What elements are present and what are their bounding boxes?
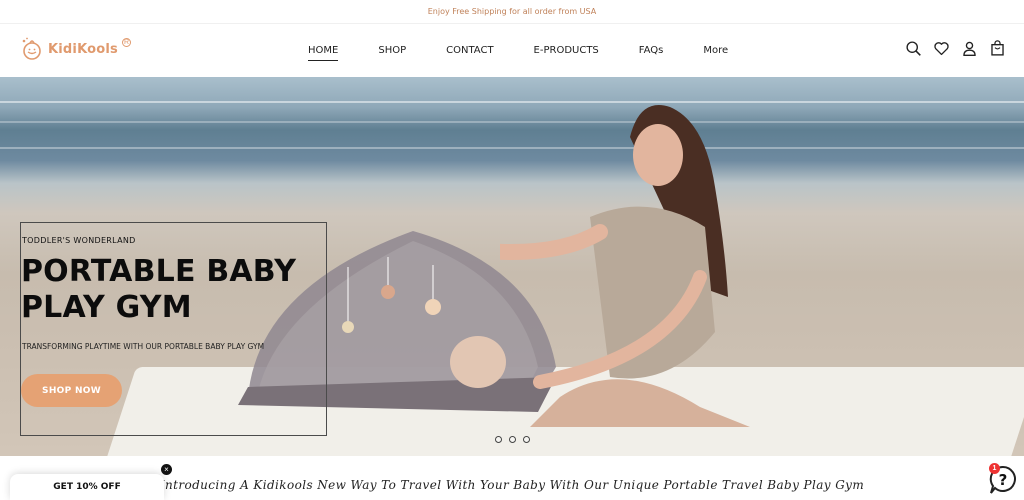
nav-contact[interactable]: CONTACT <box>446 45 493 56</box>
baby-logo-icon <box>22 37 41 60</box>
announcement-text: Enjoy Free Shipping for all order from U… <box>427 7 597 16</box>
slide-dot-1[interactable] <box>495 436 502 443</box>
heart-icon[interactable] <box>933 40 950 57</box>
slide-dot-3[interactable] <box>523 436 530 443</box>
discount-tab[interactable]: GET 10% OFF <box>10 474 164 500</box>
hero-banner: TODDLER'S WONDERLAND PORTABLE BABY PLAY … <box>0 77 1024 456</box>
search-icon[interactable] <box>905 40 922 57</box>
nav-home[interactable]: HOME <box>308 45 339 61</box>
nav-more[interactable]: More <box>703 45 728 56</box>
main-nav: HOME SHOP CONTACT E-PRODUCTS FAQs More <box>308 24 728 77</box>
hero-title: PORTABLE BABY PLAY GYM <box>21 254 297 325</box>
hero-subtitle: TRANSFORMING PLAYTIME WITH OUR PORTABLE … <box>22 342 265 351</box>
announcement-bar: Enjoy Free Shipping for all order from U… <box>0 0 1024 24</box>
close-icon[interactable]: × <box>161 464 172 475</box>
help-question-mark: ? <box>999 471 1008 489</box>
mother-image <box>500 105 750 427</box>
logo[interactable]: KidiKools R <box>20 36 131 62</box>
cart-icon[interactable] <box>989 40 1006 57</box>
user-icon[interactable] <box>961 40 978 57</box>
hero-eyebrow: TODDLER'S WONDERLAND <box>22 236 136 245</box>
brand-name: KidiKools <box>48 41 118 57</box>
nav-faqs[interactable]: FAQs <box>639 45 664 56</box>
slider-dots <box>495 436 530 443</box>
notification-badge: 1 <box>989 463 1000 474</box>
site-header: KidiKools R HOME SHOP CONTACT E-PRODUCTS… <box>0 24 1024 77</box>
header-icons <box>905 40 1006 57</box>
slide-dot-2[interactable] <box>509 436 516 443</box>
nav-e-products[interactable]: E-PRODUCTS <box>534 45 599 56</box>
nav-shop[interactable]: SHOP <box>378 45 406 56</box>
registered-mark: R <box>122 37 131 47</box>
shop-now-button[interactable]: SHOP NOW <box>21 374 122 407</box>
